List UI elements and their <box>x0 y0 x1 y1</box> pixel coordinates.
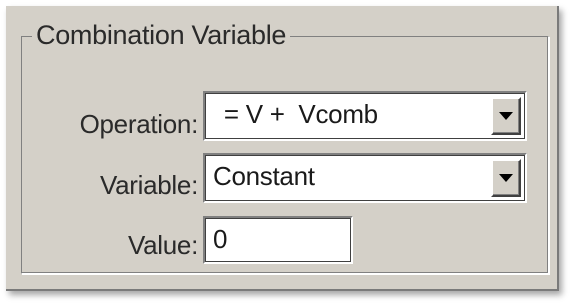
value-input-text: 0 <box>213 224 228 254</box>
variable-dropdown[interactable]: Constant <box>203 153 527 203</box>
variable-dropdown-button[interactable] <box>491 159 521 197</box>
chevron-down-icon <box>499 112 513 120</box>
operation-dropdown-button[interactable] <box>491 97 521 135</box>
value-input[interactable]: 0 <box>203 216 353 264</box>
value-label: Value: <box>128 230 198 260</box>
operation-value: = V + Vcomb <box>217 99 378 129</box>
combination-variable-panel: Combination Variable Operation: = V + Vc… <box>6 6 559 291</box>
operation-label: Operation: <box>79 109 199 139</box>
variable-value: Constant <box>213 161 315 191</box>
variable-label: Variable: <box>100 170 198 200</box>
operation-dropdown[interactable]: = V + Vcomb <box>203 91 527 141</box>
group-title: Combination Variable <box>32 20 291 51</box>
chevron-down-icon <box>499 174 513 182</box>
